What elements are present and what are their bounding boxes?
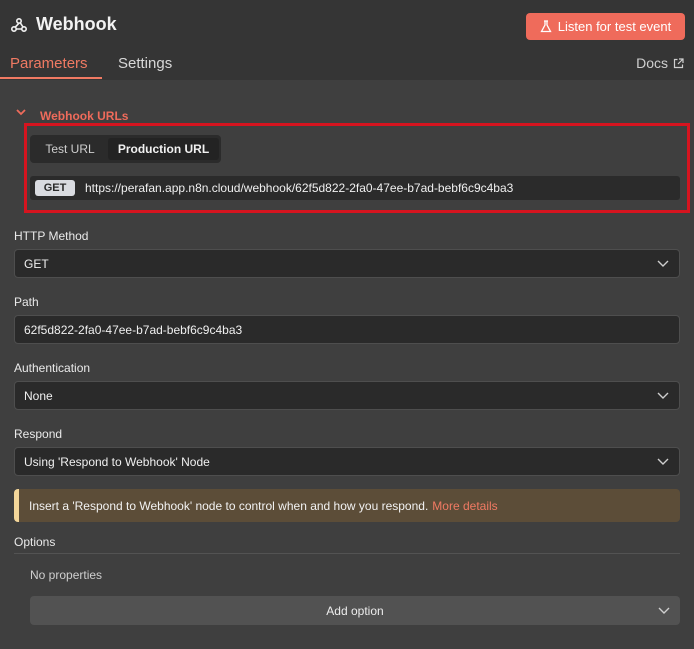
flask-icon — [540, 20, 552, 33]
no-properties-text: No properties — [30, 568, 103, 582]
path-input[interactable]: 62f5d822-2fa0-47ee-b7ad-bebf6c9c4ba3 — [14, 315, 680, 344]
authentication-select[interactable]: None — [14, 381, 680, 410]
add-option-button[interactable]: Add option — [30, 596, 680, 625]
method-badge: GET — [35, 180, 75, 196]
chevron-down-icon — [658, 607, 670, 614]
external-link-icon — [673, 57, 684, 68]
tab-test-url[interactable]: Test URL — [34, 138, 106, 160]
more-details-link[interactable]: More details — [432, 499, 497, 513]
chevron-down-icon — [657, 392, 669, 399]
respond-select[interactable]: Using 'Respond to Webhook' Node — [14, 447, 680, 476]
node-header: Webhook Listen for test event Parameters… — [0, 0, 694, 80]
authentication-label: Authentication — [14, 361, 91, 375]
webhook-url[interactable]: https://perafan.app.n8n.cloud/webhook/62… — [85, 181, 513, 195]
respond-notice: Insert a 'Respond to Webhook' node to co… — [14, 489, 680, 522]
panel-tabs: Parameters Settings Docs — [0, 52, 694, 80]
active-tab-indicator — [0, 77, 102, 79]
docs-label: Docs — [636, 55, 668, 71]
chevron-down-icon[interactable] — [15, 106, 27, 118]
add-option-label: Add option — [326, 603, 384, 618]
http-method-value: GET — [24, 256, 49, 271]
tab-settings[interactable]: Settings — [118, 55, 172, 72]
options-divider — [14, 553, 680, 554]
url-type-tabs: Test URL Production URL — [30, 135, 221, 163]
webhook-icon — [10, 17, 28, 32]
listen-for-test-event-button[interactable]: Listen for test event — [526, 13, 685, 40]
chevron-down-icon — [657, 458, 669, 465]
http-method-select[interactable]: GET — [14, 249, 680, 278]
webhook-url-row[interactable]: GET https://perafan.app.n8n.cloud/webhoo… — [30, 176, 680, 200]
path-value: 62f5d822-2fa0-47ee-b7ad-bebf6c9c4ba3 — [24, 322, 243, 337]
tab-parameters[interactable]: Parameters — [10, 55, 88, 72]
listen-button-label: Listen for test event — [557, 19, 672, 34]
chevron-down-icon — [657, 260, 669, 267]
title-wrap: Webhook — [10, 14, 117, 35]
respond-label: Respond — [14, 427, 63, 441]
respond-value: Using 'Respond to Webhook' Node — [24, 454, 210, 469]
webhook-urls-title[interactable]: Webhook URLs — [40, 109, 128, 123]
tab-production-url[interactable]: Production URL — [108, 138, 219, 160]
authentication-value: None — [24, 388, 53, 403]
options-label: Options — [14, 535, 56, 549]
notice-text: Insert a 'Respond to Webhook' node to co… — [29, 498, 429, 513]
docs-link[interactable]: Docs — [636, 55, 684, 71]
http-method-label: HTTP Method — [14, 229, 89, 243]
node-title: Webhook — [36, 14, 117, 34]
path-label: Path — [14, 295, 39, 309]
